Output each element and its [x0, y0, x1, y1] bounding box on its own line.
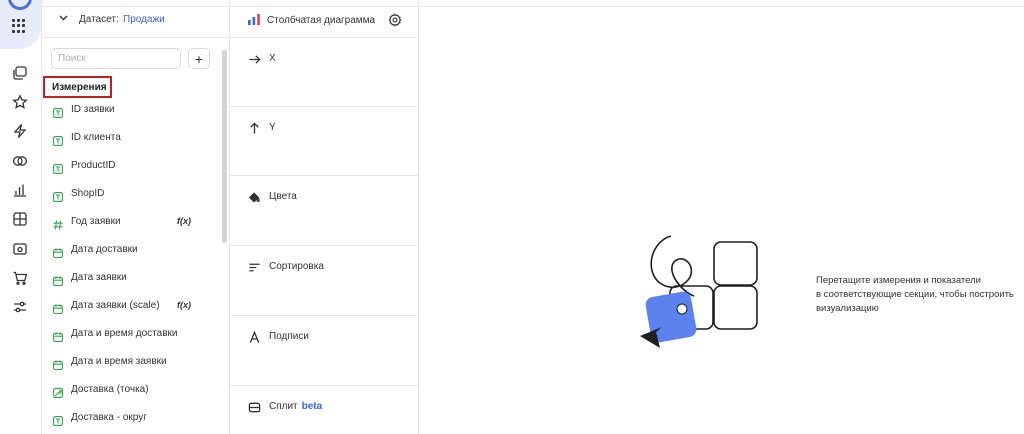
dataset-panel: Датасет: Продажи Поиск + Измерения ID за…	[41, 0, 231, 434]
field-item[interactable]: ProductID	[51, 158, 216, 176]
drag-illustration	[640, 235, 758, 348]
charts-bars-icon[interactable]	[11, 181, 29, 199]
cart-icon[interactable]	[11, 269, 29, 287]
field-item[interactable]: ID заявки	[51, 102, 216, 120]
section-label: Сортировка	[269, 261, 324, 272]
empty-state-line: Перетащите измерения и показатели	[816, 275, 981, 286]
formula-icon: f(x)	[177, 216, 191, 226]
section-labels[interactable]: Подписи	[230, 316, 419, 386]
datasets-rings-icon[interactable]	[11, 152, 29, 170]
number-type-icon	[53, 217, 63, 230]
beta-badge: beta	[301, 401, 323, 412]
chart-sections-panel: Столбчатая диаграмма X Y Цвета Сортировк…	[230, 0, 419, 434]
gear-icon[interactable]	[388, 13, 402, 27]
chart-type-header[interactable]: Столбчатая диаграмма	[230, 0, 419, 38]
rail-header	[0, 0, 41, 49]
section-y[interactable]: Y	[230, 107, 419, 176]
formula-icon: f(x)	[177, 300, 191, 310]
section-split[interactable]: Сплит beta	[230, 386, 419, 434]
paint-bucket-icon	[247, 190, 261, 204]
text-type-icon	[53, 189, 63, 202]
dataset-label: Датасет:	[79, 14, 119, 25]
field-item[interactable]: ID клиента	[51, 130, 216, 148]
chevron-down-icon[interactable]	[59, 15, 68, 21]
geo-type-icon	[53, 385, 63, 398]
field-item[interactable]: Дата заявки (scale) f(x)	[51, 298, 216, 316]
field-item[interactable]: Дата заявки	[51, 270, 216, 288]
split-icon	[247, 400, 261, 414]
date-type-icon	[53, 357, 63, 371]
chart-area: Перетащите измерения и показатели в соот…	[420, 0, 1024, 434]
section-label: Сплит beta	[269, 401, 322, 412]
logo-icon[interactable]	[8, 0, 32, 10]
dimensions-section-title: Измерения	[43, 76, 112, 98]
field-label: Дата заявки (scale)	[71, 300, 160, 311]
field-item[interactable]: Дата и время доставки	[51, 326, 216, 344]
apps-grid-icon[interactable]	[12, 19, 26, 33]
fields-scrollbar[interactable]	[222, 50, 227, 243]
bar-chart-icon	[248, 14, 260, 25]
field-label: ShopID	[71, 188, 105, 199]
add-field-button[interactable]: +	[188, 48, 210, 69]
date-type-icon	[53, 273, 63, 287]
field-label: ID клиента	[71, 132, 121, 143]
field-item[interactable]: Дата и время заявки	[51, 354, 216, 372]
text-type-icon	[53, 105, 63, 118]
section-x[interactable]: X	[230, 38, 419, 107]
date-type-icon	[53, 245, 63, 259]
field-item[interactable]: Год заявки f(x)	[51, 214, 216, 232]
chart-type-label: Столбчатая диаграмма	[267, 15, 376, 26]
field-label: Год заявки	[71, 216, 121, 227]
split-label: Сплит	[269, 401, 298, 412]
field-label: ID заявки	[71, 104, 115, 115]
field-label: Дата заявки	[71, 272, 127, 283]
section-label: Цвета	[269, 191, 297, 202]
date-type-icon	[53, 329, 63, 343]
dataset-name-link[interactable]: Продажи	[123, 14, 165, 25]
nav-rail	[0, 0, 41, 434]
section-label: Подписи	[269, 331, 309, 342]
text-type-icon	[53, 133, 63, 146]
sort-lines-icon	[247, 260, 261, 274]
connections-bolt-icon[interactable]	[11, 122, 29, 140]
field-item[interactable]: Доставка (точка)	[51, 382, 216, 400]
field-label: Доставка (точка)	[71, 384, 149, 395]
field-label: Дата и время заявки	[71, 356, 167, 367]
dataset-header[interactable]: Датасет: Продажи	[42, 0, 231, 38]
arrow-up-icon	[247, 121, 261, 135]
field-label: Дата и время доставки	[71, 328, 178, 339]
arrow-right-icon	[247, 52, 261, 66]
empty-state-text: Перетащите измерения и показатели в соот…	[816, 274, 1024, 316]
dashboards-grid-icon[interactable]	[11, 210, 29, 228]
date-type-icon	[53, 301, 63, 315]
settings-sliders-icon[interactable]	[11, 298, 29, 316]
section-label: X	[269, 53, 276, 64]
field-item[interactable]: Дата доставки	[51, 242, 216, 260]
field-item[interactable]: ShopID	[51, 186, 216, 204]
section-sorting[interactable]: Сортировка	[230, 246, 419, 316]
folder-icon[interactable]	[11, 240, 29, 258]
text-type-icon	[53, 161, 63, 174]
letter-a-icon	[247, 330, 261, 344]
field-item[interactable]: Доставка - округ	[51, 410, 216, 428]
search-input[interactable]: Поиск	[51, 48, 181, 69]
section-colors[interactable]: Цвета	[230, 176, 419, 246]
field-label: Дата доставки	[71, 244, 138, 255]
field-label: ProductID	[71, 160, 116, 171]
empty-state-line: в соответствующие секции, чтобы построит…	[816, 289, 1014, 300]
empty-state-line: визуализацию	[816, 303, 879, 314]
collections-icon[interactable]	[11, 64, 29, 82]
field-label: Доставка - округ	[71, 412, 147, 423]
text-type-icon	[53, 413, 63, 426]
favorites-star-icon[interactable]	[11, 93, 29, 111]
section-label: Y	[269, 122, 276, 133]
